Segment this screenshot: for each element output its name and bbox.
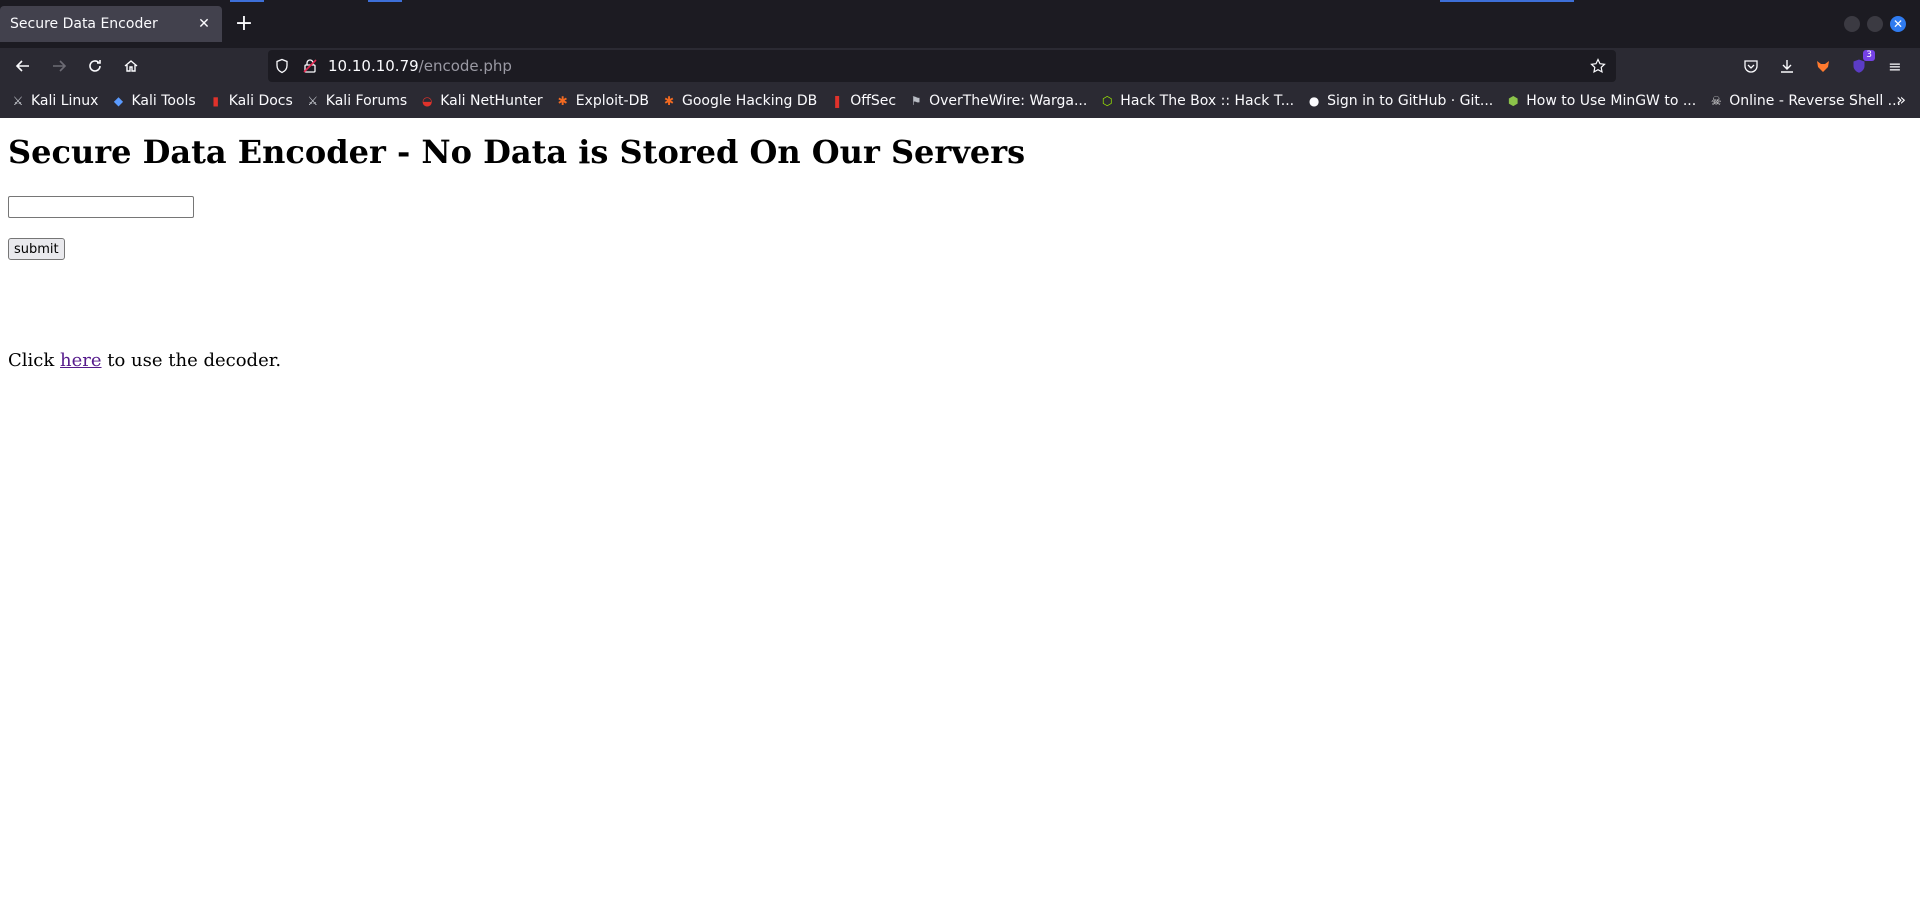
decoder-link[interactable]: here	[60, 350, 102, 371]
kali-dragon-icon: ⚔	[12, 94, 24, 108]
new-tab-button[interactable]: +	[230, 10, 258, 38]
bookmark-label: OverTheWire: Warga...	[929, 93, 1088, 109]
bookmark-hack-the-box[interactable]: ⬡ Hack The Box :: Hack T...	[1099, 93, 1294, 109]
extension-button[interactable]: 3	[1845, 50, 1875, 80]
arrow-left-icon	[15, 60, 29, 72]
page-title: Secure Data Encoder - No Data is Stored …	[8, 133, 1026, 171]
bookmark-label: Hack The Box :: Hack T...	[1120, 93, 1295, 109]
overthewire-icon: ⚑	[910, 94, 922, 108]
bookmark-label: Kali NetHunter	[440, 93, 543, 109]
url-bar[interactable]: 10.10.10.79/encode.php	[268, 50, 1616, 82]
bookmark-label: Online - Reverse Shell ...	[1729, 93, 1902, 109]
hamburger-icon: ≡	[1888, 56, 1902, 76]
bookmark-mingw[interactable]: ⬢ How to Use MinGW to ...	[1505, 93, 1696, 109]
data-input[interactable]	[8, 196, 194, 218]
decoder-suffix: to use the decoder.	[107, 350, 282, 371]
menu-button[interactable]: ≡	[1881, 52, 1909, 80]
bookmark-label: Google Hacking DB	[681, 93, 818, 109]
arrow-right-icon	[53, 60, 67, 72]
page-content: Secure Data Encoder - No Data is Stored …	[0, 118, 1920, 922]
skull-icon: ☠	[1710, 94, 1722, 108]
decoder-instructions: Click here to use the decoder.	[8, 350, 1912, 371]
shield-icon[interactable]	[268, 52, 296, 80]
decoder-prefix: Click	[8, 350, 55, 371]
bookmark-label: Exploit-DB	[575, 93, 649, 109]
offsec-icon: ❚	[832, 94, 843, 108]
exploitdb-icon: ✱	[663, 94, 675, 108]
home-button[interactable]	[117, 52, 145, 80]
nethunter-icon: ◒	[421, 94, 433, 108]
submit-button[interactable]: submit	[8, 238, 65, 260]
bookmark-google-hacking-db[interactable]: ✱ Google Hacking DB	[661, 93, 817, 109]
bookmark-label: How to Use MinGW to ...	[1526, 93, 1697, 109]
kali-dragon-icon: ⚔	[307, 94, 319, 108]
hackthebox-icon: ⬡	[1102, 94, 1113, 108]
tab-strip: Secure Data Encoder ✕ + ✕	[0, 0, 1920, 48]
bookmark-github[interactable]: ● Sign in to GitHub · Git...	[1306, 93, 1493, 109]
kali-docs-icon: ▮	[212, 94, 219, 108]
url-text[interactable]: 10.10.10.79/encode.php	[328, 57, 512, 75]
bookmark-kali-linux[interactable]: ⚔ Kali Linux	[10, 93, 99, 109]
close-window-button[interactable]: ✕	[1890, 16, 1906, 32]
tab-active[interactable]: Secure Data Encoder ✕	[0, 6, 222, 42]
mingw-icon: ⬢	[1508, 94, 1519, 108]
minimize-window-button[interactable]	[1844, 16, 1860, 32]
bookmark-kali-nethunter[interactable]: ◒ Kali NetHunter	[419, 93, 543, 109]
bookmark-label: Kali Forums	[325, 93, 408, 109]
back-button[interactable]	[9, 52, 37, 80]
pocket-icon	[1744, 60, 1758, 73]
kali-tools-icon: ◆	[113, 94, 124, 108]
fox-extension-icon	[1817, 61, 1829, 72]
chevron-more-icon[interactable]: »	[1896, 90, 1906, 109]
extension-badge: 3	[1863, 50, 1875, 61]
maximize-window-button[interactable]	[1867, 16, 1883, 32]
reload-button[interactable]	[81, 52, 109, 80]
tab-title: Secure Data Encoder	[10, 16, 158, 32]
navigation-toolbar: 10.10.10.79/encode.php 3 ≡	[0, 48, 1920, 84]
insecure-lock-icon[interactable]	[296, 52, 324, 80]
home-icon	[124, 60, 138, 72]
bookmark-kali-docs[interactable]: ▮ Kali Docs	[208, 93, 293, 109]
reload-icon	[89, 60, 101, 72]
forward-button[interactable]	[45, 52, 73, 80]
github-icon: ●	[1308, 94, 1320, 108]
bookmark-label: Kali Linux	[31, 93, 99, 109]
bookmark-kali-tools[interactable]: ◆ Kali Tools	[110, 93, 196, 109]
bookmark-label: OffSec	[850, 93, 897, 109]
bookmark-kali-forums[interactable]: ⚔ Kali Forums	[305, 93, 407, 109]
bookmark-reverse-shell[interactable]: ☠ Online - Reverse Shell ...	[1708, 93, 1901, 109]
close-tab-icon[interactable]: ✕	[190, 10, 218, 38]
tab-accents	[0, 0, 1920, 2]
url-host: 10.10.10.79	[328, 57, 419, 75]
bookmark-label: Kali Docs	[228, 93, 293, 109]
downloads-button[interactable]	[1773, 52, 1801, 80]
foxyproxy-button[interactable]	[1809, 52, 1837, 80]
bookmark-label: Kali Tools	[131, 93, 196, 109]
download-icon	[1781, 60, 1793, 73]
bookmark-exploit-db[interactable]: ✱ Exploit-DB	[555, 93, 649, 109]
browser-chrome: Secure Data Encoder ✕ + ✕ 10.10.10.79/en…	[0, 0, 1920, 118]
bookmark-label: Sign in to GitHub · Git...	[1327, 93, 1494, 109]
bookmark-offsec[interactable]: ❚ OffSec	[829, 93, 896, 109]
pocket-button[interactable]	[1737, 52, 1765, 80]
exploitdb-icon: ✱	[557, 94, 568, 108]
url-path: /encode.php	[418, 57, 512, 75]
bookmarks-toolbar: ⚔ Kali Linux ◆ Kali Tools ▮ Kali Docs ⚔ Kali…	[0, 84, 1920, 118]
bookmark-overthewire[interactable]: ⚑ OverTheWire: Warga...	[908, 93, 1088, 109]
bookmark-star-icon[interactable]	[1584, 52, 1612, 80]
